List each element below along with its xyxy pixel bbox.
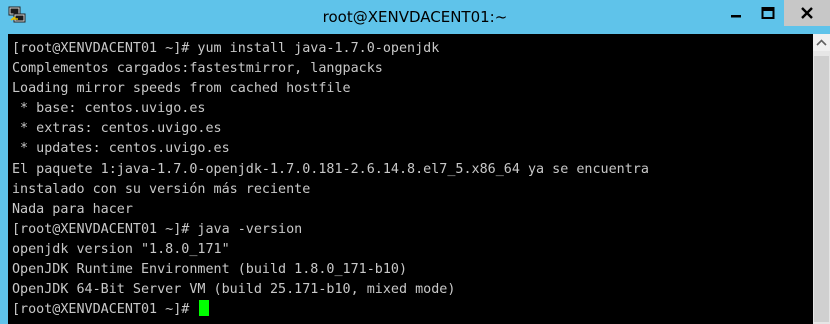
terminal-line: Loading mirror speeds from cached hostfi… xyxy=(12,81,351,97)
prompt-line[interactable]: [root@XENVDACENT01 ~]# xyxy=(12,300,800,320)
terminal-line: OpenJDK 64-Bit Server VM (build 25.171-b… xyxy=(12,282,456,298)
close-icon xyxy=(801,7,813,19)
terminal-line: El paquete 1:java-1.7.0-openjdk-1.7.0.18… xyxy=(12,161,649,177)
terminal-line: Complementos cargados:fastestmirror, lan… xyxy=(12,61,383,77)
title-bar[interactable]: root@XENVDACENT01:~ xyxy=(0,0,830,34)
terminal-line: [root@XENVDACENT01 ~]# java -version xyxy=(12,221,303,237)
scroll-thumb[interactable] xyxy=(814,56,829,322)
shell-prompt: [root@XENVDACENT01 ~]# xyxy=(12,302,198,318)
chevron-up-icon xyxy=(816,39,827,46)
minimize-button[interactable] xyxy=(720,0,752,26)
terminal-line: openjdk version "1.8.0_171" xyxy=(12,241,230,257)
close-button[interactable] xyxy=(784,0,830,26)
window-title: root@XENVDACENT01:~ xyxy=(322,8,508,26)
terminal-lines: [root@XENVDACENT01 ~]# yum install java-… xyxy=(12,39,800,320)
terminal-line: * base: centos.uvigo.es xyxy=(12,101,206,117)
maximize-icon xyxy=(761,7,775,19)
minimize-icon xyxy=(731,15,741,18)
terminal-window: root@XENVDACENT01:~ [root@XENVDACENT01 ~… xyxy=(0,0,830,324)
window-controls xyxy=(720,0,830,26)
terminal-line: instalado con su versión más reciente xyxy=(12,181,311,197)
terminal-line: OpenJDK Runtime Environment (build 1.8.0… xyxy=(12,262,408,278)
scroll-up-button[interactable] xyxy=(813,34,830,51)
terminal-output[interactable]: [root@XENVDACENT01 ~]# yum install java-… xyxy=(8,34,830,324)
terminal-line: [root@XENVDACENT01 ~]# yum install java-… xyxy=(12,41,440,56)
terminal-line: * updates: centos.uvigo.es xyxy=(12,141,230,157)
vertical-scrollbar[interactable] xyxy=(813,34,830,324)
terminal-line: Nada para hacer xyxy=(12,201,133,217)
text-cursor xyxy=(199,300,210,317)
maximize-button[interactable] xyxy=(752,0,784,26)
terminal-line: * extras: centos.uvigo.es xyxy=(12,121,222,137)
